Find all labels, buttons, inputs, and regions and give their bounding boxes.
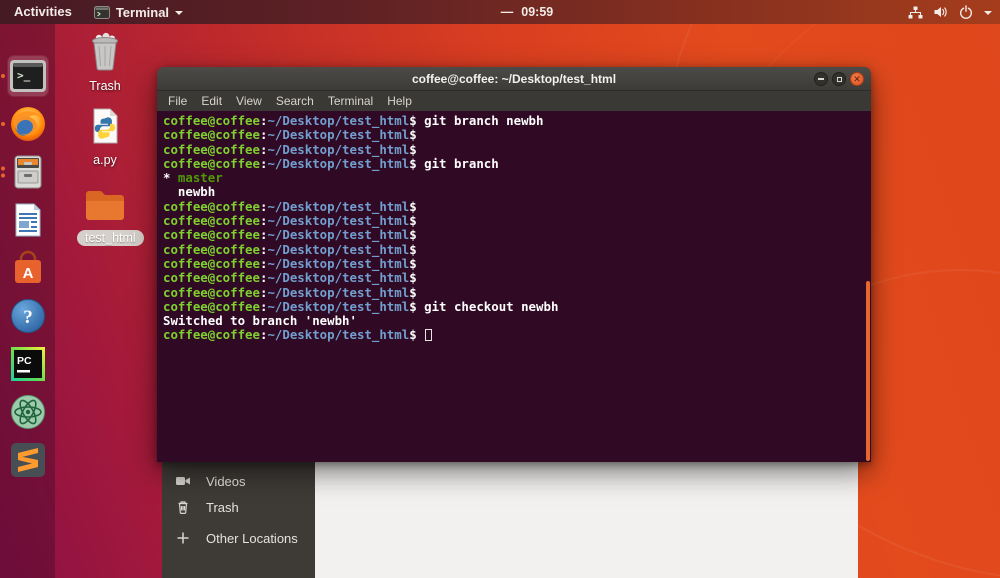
terminal-menubar: File Edit View Search Terminal Help	[157, 91, 871, 111]
maximize-icon	[836, 76, 842, 82]
dock-item-atom[interactable]	[8, 392, 48, 432]
notification-indicator: —	[500, 5, 514, 19]
dock-item-ubuntu-software[interactable]: A	[8, 248, 48, 288]
python-file-icon	[93, 108, 118, 144]
sidebar-item-videos[interactable]: Videos	[162, 468, 315, 494]
plus-icon	[177, 532, 189, 544]
power-icon	[960, 5, 972, 19]
ubuntu-software-icon: A	[15, 250, 41, 283]
menu-terminal[interactable]: Terminal	[321, 91, 380, 111]
sidebar-item-other-locations[interactable]: Other Locations	[162, 525, 315, 551]
running-indicator	[1, 122, 5, 126]
menu-help[interactable]: Help	[380, 91, 419, 111]
desktop-icon-test-html[interactable]: test_html	[77, 186, 144, 247]
svg-text:A: A	[23, 265, 34, 282]
file-manager-icon	[14, 155, 42, 189]
folder-icon	[86, 191, 124, 220]
trash-icon	[178, 501, 188, 515]
terminal-line: coffee@coffee:~/Desktop/test_html$	[163, 227, 425, 243]
files-content-area[interactable]	[315, 454, 858, 578]
app-menu-button[interactable]: Terminal	[86, 0, 191, 24]
sublime-text-icon	[11, 443, 45, 477]
dock: >_ A ? PC	[0, 24, 55, 578]
svg-text:>_: >_	[17, 69, 31, 82]
terminal-line: coffee@coffee:~/Desktop/test_html$ git c…	[163, 298, 559, 314]
terminal-line: newbh	[163, 184, 216, 200]
close-icon: ✕	[853, 73, 861, 84]
terminal-line: coffee@coffee:~/Desktop/test_html$ git b…	[163, 113, 544, 128]
firefox-icon	[11, 107, 45, 141]
dock-item-firefox[interactable]	[1, 104, 48, 144]
running-indicator	[1, 166, 5, 178]
desktop-icon-label: test_html	[77, 230, 144, 246]
svg-text:PC: PC	[17, 355, 32, 367]
dock-item-terminal[interactable]: >_	[1, 56, 48, 96]
sidebar-item-label: Other Locations	[206, 530, 298, 546]
terminal-line: coffee@coffee:~/Desktop/test_html$	[163, 328, 871, 342]
chevron-down-icon	[175, 11, 184, 15]
minimize-button[interactable]	[814, 72, 828, 86]
clock-label: 09:59	[521, 5, 554, 19]
pycharm-icon: PC	[11, 347, 45, 381]
dock-item-sublime-text[interactable]	[8, 440, 48, 480]
top-bar: Activities Terminal — 09:59	[0, 0, 1000, 24]
terminal-cursor	[425, 329, 433, 342]
terminal-output[interactable]: coffee@coffee:~/Desktop/test_html$ git b…	[157, 111, 871, 462]
sidebar-item-label: Trash	[206, 499, 239, 515]
terminal-line: coffee@coffee:~/Desktop/test_html$	[163, 141, 425, 157]
terminal-scrollbar[interactable]	[866, 281, 870, 461]
terminal-line: Switched to branch 'newbh'	[163, 313, 357, 329]
video-icon	[176, 477, 190, 485]
window-title: coffee@coffee: ~/Desktop/test_html	[411, 71, 617, 86]
app-menu-label: Terminal	[115, 4, 170, 20]
dock-item-libreoffice-writer[interactable]	[8, 200, 48, 240]
libreoffice-writer-icon	[15, 203, 41, 237]
terminal-line: coffee@coffee:~/Desktop/test_html$ git b…	[163, 155, 499, 171]
files-sidebar: Videos Trash Other Locations	[162, 454, 315, 578]
terminal-line: coffee@coffee:~/Desktop/test_html$	[163, 213, 425, 229]
close-button[interactable]: ✕	[850, 72, 864, 86]
terminal-line: coffee@coffee:~/Desktop/test_html$	[163, 241, 425, 257]
volume-icon	[934, 7, 947, 17]
sidebar-item-label: Videos	[206, 473, 246, 489]
help-icon: ?	[11, 299, 45, 333]
system-status-area[interactable]	[908, 0, 992, 24]
dock-item-help[interactable]: ?	[8, 296, 48, 336]
terminal-line: * master	[163, 170, 223, 186]
sidebar-item-trash[interactable]: Trash	[162, 494, 315, 520]
terminal-window: coffee@coffee: ~/Desktop/test_html ✕ Fil…	[157, 67, 871, 462]
terminal-line: coffee@coffee:~/Desktop/test_html$	[163, 127, 425, 143]
desktop-icon-label: Trash	[89, 79, 121, 93]
dock-item-files[interactable]	[1, 152, 48, 192]
menu-search[interactable]: Search	[269, 91, 321, 111]
terminal-titlebar[interactable]: coffee@coffee: ~/Desktop/test_html ✕	[157, 67, 871, 91]
dock-item-pycharm[interactable]: PC	[8, 344, 48, 384]
terminal-app-icon: >_	[10, 60, 46, 92]
menu-view[interactable]: View	[229, 91, 269, 111]
terminal-mini-icon	[93, 5, 110, 19]
atom-icon	[11, 395, 45, 429]
desktop-icon-label: a.py	[93, 153, 117, 167]
running-indicator	[1, 74, 5, 78]
svg-text:?: ?	[23, 307, 33, 328]
terminal-line: coffee@coffee:~/Desktop/test_html$	[163, 270, 425, 286]
terminal-line: coffee@coffee:~/Desktop/test_html$	[163, 255, 425, 271]
terminal-line: coffee@coffee:~/Desktop/test_html$	[163, 284, 425, 300]
desktop-icon-apy[interactable]: a.py	[77, 106, 133, 167]
minimize-icon	[818, 78, 824, 80]
files-window: Videos Trash Other Locations	[162, 454, 858, 578]
activities-button[interactable]: Activities	[0, 0, 86, 24]
network-icon	[908, 6, 923, 18]
trash-full-icon	[92, 32, 118, 71]
menu-edit[interactable]: Edit	[194, 91, 229, 111]
desktop-icon-trash[interactable]: Trash	[77, 30, 133, 93]
maximize-button[interactable]	[832, 72, 846, 86]
chevron-down-icon	[984, 11, 992, 15]
terminal-line: coffee@coffee:~/Desktop/test_html$	[163, 198, 425, 214]
menu-file[interactable]: File	[161, 91, 194, 111]
clock-button[interactable]: — 09:59	[501, 5, 553, 19]
